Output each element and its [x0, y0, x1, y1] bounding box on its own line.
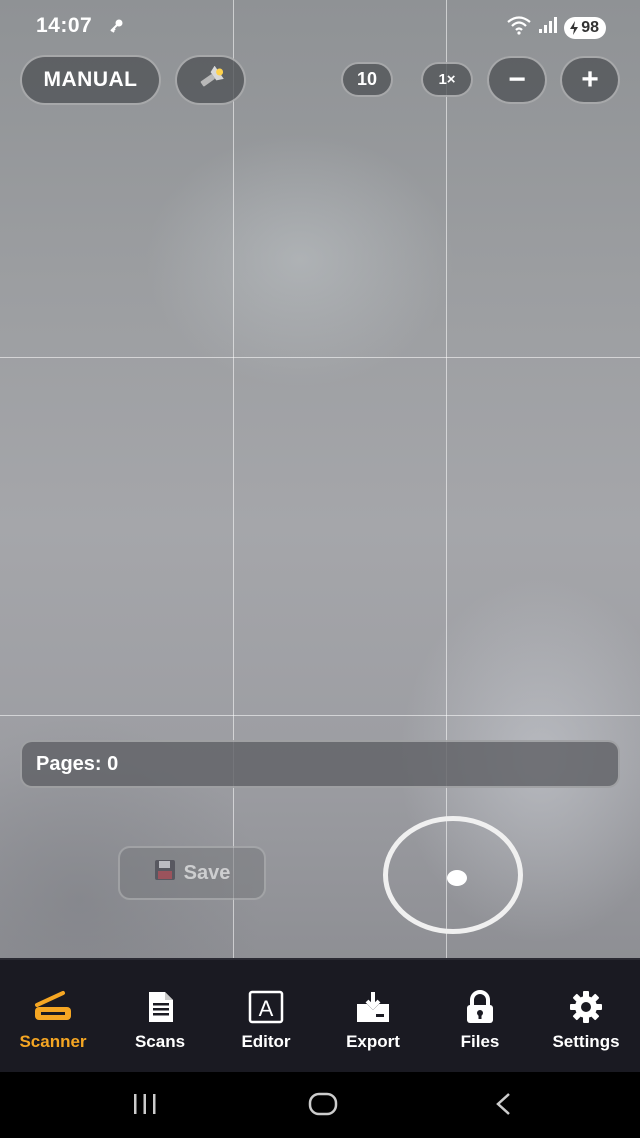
flashlight-button[interactable] [175, 55, 246, 105]
home-icon[interactable] [308, 1092, 338, 1121]
scanner-icon [31, 990, 75, 1024]
flashlight-icon [197, 65, 225, 95]
system-nav-bar [0, 1072, 640, 1138]
tab-label: Editor [241, 1032, 291, 1051]
camera-preview[interactable]: 14:07 98 MANUAL 10 1× − + Pages: 0 Save [0, 0, 640, 958]
status-bar: 14:07 98 [0, 0, 640, 54]
shutter-button[interactable] [383, 816, 523, 934]
tab-label: Scanner [19, 1032, 87, 1051]
grid-line [0, 715, 640, 716]
tab-label: Export [346, 1032, 400, 1051]
grid-line [446, 0, 447, 958]
manual-mode-button[interactable]: MANUAL [20, 55, 161, 105]
tab-export[interactable]: Export [320, 960, 426, 1074]
zoom-out-button[interactable]: − [487, 56, 547, 104]
wifi-icon [506, 15, 532, 40]
pages-counter: Pages: 0 [20, 740, 620, 788]
tab-label: Settings [552, 1032, 620, 1051]
tab-editor[interactable]: A Editor [213, 960, 319, 1074]
shutter-dot [447, 870, 467, 886]
zoom-level-button[interactable]: 1× [421, 62, 473, 97]
key-icon [108, 18, 124, 39]
signal-icon [538, 16, 558, 39]
bottom-tab-bar: Scanner Scans A Editor Export Files Sett… [0, 958, 640, 1074]
status-time: 14:07 [36, 14, 93, 37]
floppy-disk-icon [154, 859, 176, 887]
grid-line [0, 357, 640, 358]
iso-button[interactable]: 10 [341, 62, 393, 97]
export-icon [354, 990, 392, 1024]
save-label: Save [183, 861, 231, 884]
tab-scans[interactable]: Scans [107, 960, 213, 1074]
pages-label: Pages: 0 [36, 752, 119, 775]
tab-label: Files [460, 1032, 500, 1051]
battery-charging-icon: 98 [564, 16, 606, 39]
document-icon [143, 990, 177, 1024]
tab-label: Scans [134, 1032, 186, 1051]
recent-apps-icon[interactable] [131, 1092, 159, 1121]
save-button[interactable]: Save [118, 846, 266, 900]
tab-scanner[interactable]: Scanner [0, 960, 106, 1074]
battery-level: 98 [581, 18, 599, 36]
svg-text:A: A [259, 996, 274, 1021]
text-editor-icon: A [248, 990, 284, 1024]
grid-line [233, 0, 234, 958]
zoom-in-button[interactable]: + [560, 56, 620, 104]
back-icon[interactable] [492, 1092, 516, 1121]
gear-icon [568, 990, 604, 1024]
tab-files[interactable]: Files [427, 960, 533, 1074]
tab-settings[interactable]: Settings [533, 960, 639, 1074]
lock-icon [463, 990, 497, 1024]
